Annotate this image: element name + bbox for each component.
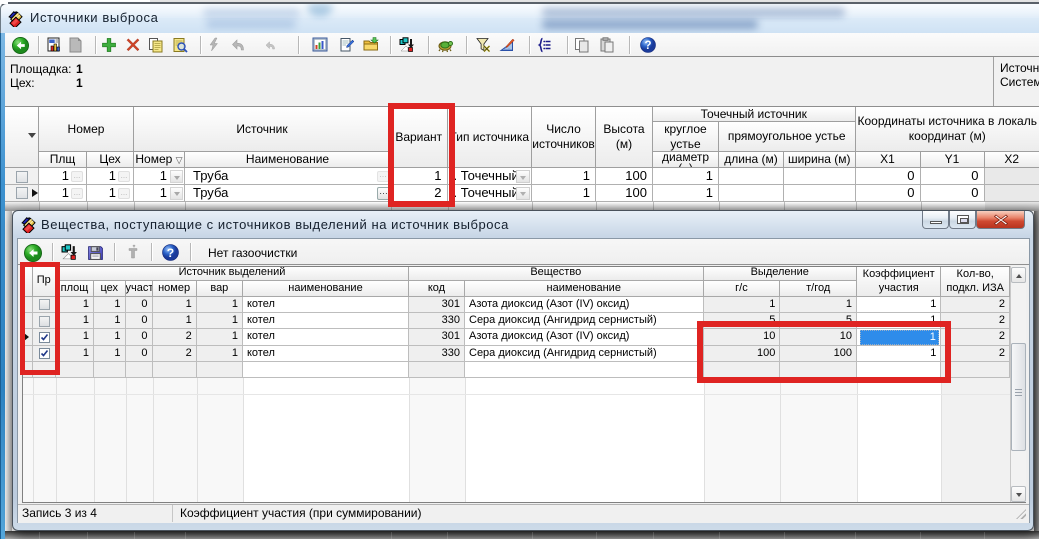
svg-text:?: ?: [644, 40, 651, 52]
svg-text:?: ?: [167, 246, 174, 260]
